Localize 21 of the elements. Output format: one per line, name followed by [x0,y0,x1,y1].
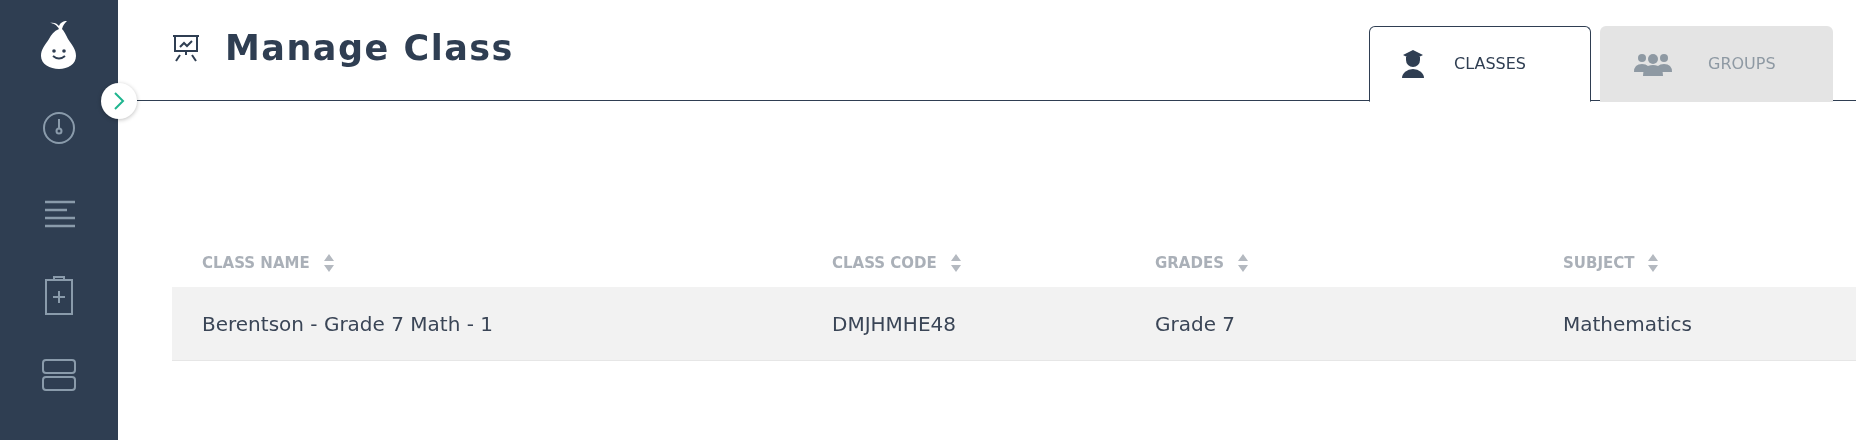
page-title: Manage Class [225,28,514,68]
table-cell: Grade 7 [1155,311,1236,336]
table-cell: DMJHMHE48 [832,311,956,336]
graduate-icon [1400,49,1426,78]
column-header[interactable]: SUBJECT [1563,254,1635,272]
presentation-board-icon [172,34,200,62]
column-header[interactable]: CLASS CODE [832,254,937,272]
table-cell: Mathematics [1563,311,1692,336]
table-cell: Berentson - Grade 7 Math - 1 [202,311,493,336]
stacked-rows-icon[interactable] [42,359,76,391]
table-row[interactable]: Berentson - Grade 7 Math - 1 DMJHMHE48 Grade 7 Mathematics [172,287,1856,361]
people-icon [1634,51,1672,76]
chevron-right-icon [113,92,125,110]
gauge-icon[interactable] [41,110,77,146]
tab[interactable]: CLASSES [1369,25,1591,102]
column-header[interactable]: CLASS NAME [202,254,310,272]
clipboard-add-icon[interactable] [44,275,74,315]
tab[interactable]: GROUPS [1600,25,1833,102]
column-header[interactable]: GRADES [1155,254,1224,272]
expand-sidebar-button[interactable] [101,83,137,119]
list-icon[interactable] [43,199,75,229]
